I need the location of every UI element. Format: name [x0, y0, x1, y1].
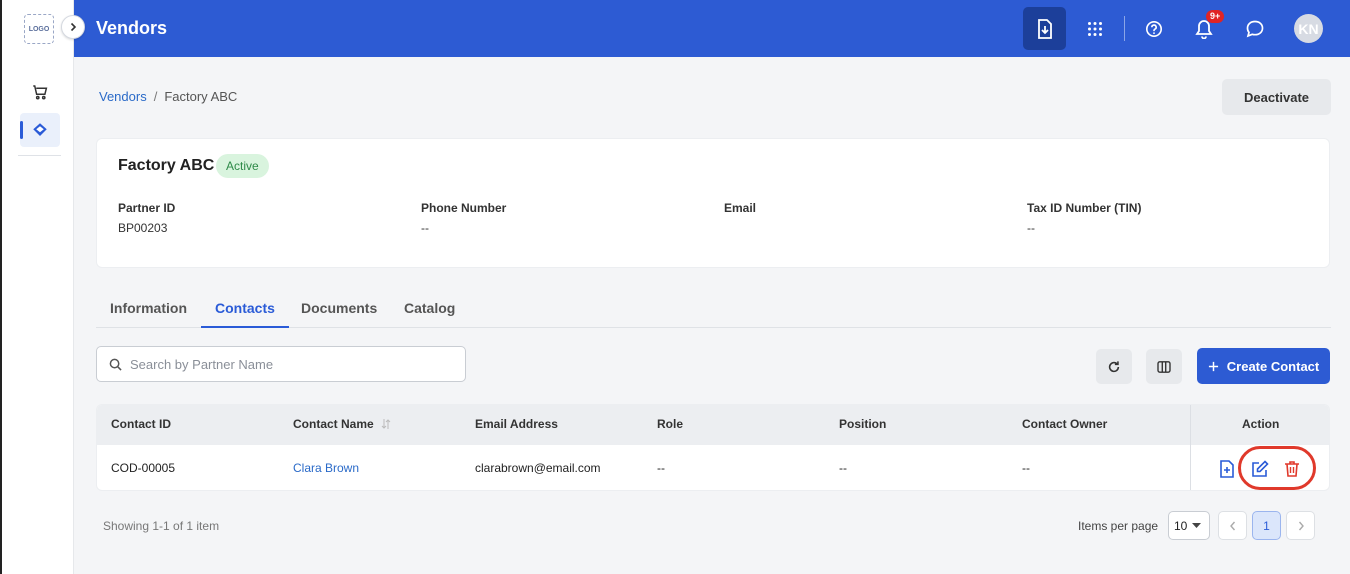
field-partner-id: Partner ID BP00203 — [118, 201, 175, 235]
next-page-button[interactable] — [1286, 511, 1315, 540]
add-document-icon — [1220, 460, 1234, 478]
chat-button[interactable] — [1233, 7, 1276, 50]
col-contact-name-label: Contact Name — [293, 417, 374, 431]
apps-grid-icon — [1087, 21, 1102, 36]
field-email: Email — [724, 201, 756, 221]
chat-icon — [1246, 20, 1263, 37]
top-bar: Vendors 9+ KN — [74, 0, 1350, 57]
field-phone-number: Phone Number -- — [421, 201, 506, 235]
col-position: Position — [839, 417, 887, 431]
field-label: Tax ID Number (TIN) — [1027, 201, 1142, 215]
breadcrumb: Vendors / Factory ABC — [99, 89, 237, 104]
notifications-button[interactable]: 9+ — [1182, 7, 1225, 50]
rail-item-cart[interactable] — [20, 75, 60, 109]
col-role: Role — [657, 417, 684, 431]
field-value: BP00203 — [118, 221, 168, 235]
app-logo[interactable]: LOGO — [24, 14, 54, 44]
field-value: -- — [421, 221, 429, 235]
cell-contact-id: COD-00005 — [111, 461, 176, 475]
tab-catalog[interactable]: Catalog — [404, 300, 455, 316]
breadcrumb-current: Factory ABC — [164, 89, 238, 104]
cart-icon — [33, 85, 48, 100]
cell-email: clarabrown@email.com — [475, 461, 601, 475]
col-contact-name[interactable]: Contact Name — [293, 417, 391, 431]
search-icon — [109, 358, 122, 371]
chevron-right-icon — [1298, 521, 1304, 530]
plus-icon — [1208, 361, 1218, 371]
create-contact-label: Create Contact — [1226, 358, 1320, 374]
breadcrumb-separator: / — [153, 89, 158, 104]
tab-contacts[interactable]: Contacts — [201, 300, 289, 328]
rail-divider — [18, 155, 61, 156]
cell-contact-owner: -- — [1022, 461, 1030, 475]
refresh-button[interactable] — [1096, 349, 1132, 384]
download-file-icon — [1037, 18, 1052, 39]
columns-icon — [1157, 360, 1171, 373]
create-contact-button[interactable]: Create Contact — [1197, 348, 1330, 384]
sort-icon[interactable] — [381, 418, 391, 430]
notification-badge: 9+ — [1206, 10, 1225, 23]
action-highlight-ring — [1238, 446, 1316, 490]
detail-tabs: Information Contacts Documents Catalog — [96, 290, 1331, 328]
table-header: Contact ID Contact Name Email Address Ro… — [97, 405, 1329, 445]
toolbar-divider — [1124, 16, 1125, 41]
tab-information[interactable]: Information — [110, 300, 187, 316]
vendor-info-card: Factory ABC Active Partner ID BP00203 Ph… — [96, 138, 1330, 268]
table-row: COD-00005 Clara Brown clarabrown@email.c… — [97, 445, 1329, 490]
search-input[interactable] — [130, 356, 450, 372]
columns-button[interactable] — [1146, 349, 1182, 384]
caret-down-icon — [1192, 522, 1202, 528]
contacts-table: Contact ID Contact Name Email Address Ro… — [96, 404, 1330, 491]
previous-page-button[interactable] — [1218, 511, 1247, 540]
left-rail: LOGO — [0, 0, 74, 574]
user-avatar[interactable]: KN — [1294, 14, 1323, 43]
cell-contact-name-link[interactable]: Clara Brown — [293, 461, 359, 475]
field-label: Partner ID — [118, 201, 176, 215]
pagination-summary: Showing 1-1 of 1 item — [103, 519, 220, 533]
help-icon — [1145, 20, 1162, 37]
help-button[interactable] — [1132, 7, 1175, 50]
rail-item-vendors[interactable] — [20, 113, 60, 147]
chevron-right-icon — [70, 22, 77, 32]
cell-position: -- — [839, 461, 847, 475]
status-badge: Active — [216, 154, 269, 178]
vendor-tag-icon — [33, 123, 47, 136]
items-per-page-label: Items per page — [1078, 519, 1159, 533]
vendor-name: Factory ABC — [118, 157, 215, 174]
col-contact-id: Contact ID — [111, 417, 171, 431]
cell-role: -- — [657, 461, 665, 475]
download-button[interactable] — [1023, 7, 1066, 50]
logo-text: LOGO — [28, 25, 50, 33]
breadcrumb-vendors-link[interactable]: Vendors — [99, 89, 147, 104]
col-contact-owner: Contact Owner — [1022, 417, 1108, 431]
field-tax-id: Tax ID Number (TIN) -- — [1027, 201, 1141, 235]
chevron-left-icon — [1229, 521, 1235, 530]
view-details-button[interactable] — [1216, 458, 1238, 480]
refresh-icon — [1108, 360, 1120, 372]
rail-toggle-button[interactable] — [61, 15, 85, 39]
deactivate-button[interactable]: Deactivate — [1222, 79, 1331, 115]
items-per-page-value: 10 — [1174, 518, 1188, 533]
field-label: Email — [724, 201, 757, 215]
field-label: Phone Number — [421, 201, 507, 215]
apps-grid-button[interactable] — [1073, 7, 1116, 50]
tab-documents[interactable]: Documents — [301, 300, 377, 316]
field-value: -- — [1027, 221, 1035, 235]
col-email-address: Email Address — [475, 417, 558, 431]
items-per-page-select[interactable]: 10 — [1168, 511, 1210, 540]
search-box — [96, 346, 466, 382]
page-button-current[interactable]: 1 — [1252, 511, 1281, 540]
page-title: Vendors — [96, 18, 168, 38]
